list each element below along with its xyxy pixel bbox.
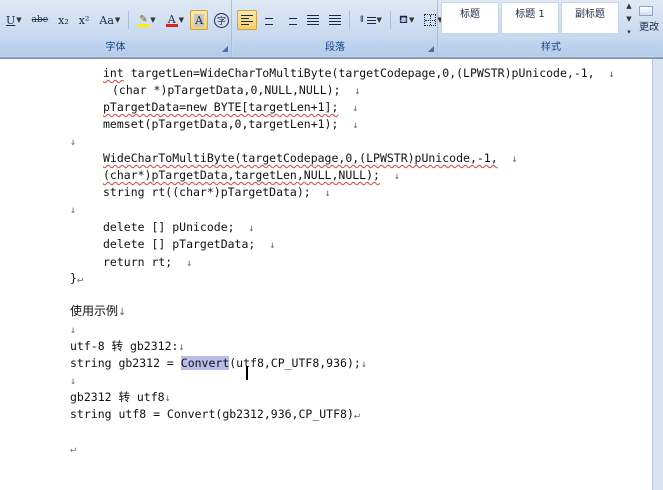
line-break-mark: ↓: [269, 240, 276, 251]
code-line: int targetLen=WideCharToMultiByte(target…: [103, 66, 615, 80]
paragraph-mark: ↵: [70, 444, 77, 455]
code-line: delete [] pUnicode; ↓: [103, 220, 255, 234]
line-break-mark: ↓: [186, 258, 193, 269]
selected-text[interactable]: Convert: [180, 356, 230, 370]
line-break-mark: ↓: [118, 307, 127, 318]
document-page[interactable]: int targetLen=WideCharToMultiByte(target…: [0, 59, 652, 490]
paragraph-group-label: 段落: [233, 40, 437, 56]
empty-line: ↓: [70, 372, 76, 390]
line-break-mark: ↓: [324, 188, 331, 199]
line-break-mark: ↓: [360, 359, 367, 370]
line-break-mark: ↓: [70, 376, 77, 387]
vertical-scrollbar[interactable]: [652, 59, 663, 490]
line-break-mark: ↓: [178, 342, 185, 353]
distributed-button[interactable]: [325, 10, 345, 30]
highlighter-icon: ✎: [137, 14, 150, 27]
align-left-icon: [241, 15, 253, 25]
code-line: WideCharToMultiByte(targetCodepage,0,(LP…: [103, 151, 518, 165]
font-group-label: 字体: [0, 40, 231, 56]
distributed-icon: [329, 15, 341, 25]
code-line: return rt; ↓: [103, 255, 193, 269]
line-break-mark: ↓: [70, 325, 77, 336]
subscript-button[interactable]: x₂: [54, 10, 73, 30]
borders-icon: [424, 14, 437, 26]
line-break-mark: ↓: [70, 137, 77, 148]
chevron-down-icon: ▼: [626, 15, 632, 23]
code-line: string gb2312 = Convert(utf8,CP_UTF8,936…: [70, 356, 367, 370]
section-heading: 使用示例↓: [70, 304, 127, 318]
character-shading-button[interactable]: A: [190, 10, 209, 30]
highlight-color-button[interactable]: ✎ ▼: [133, 10, 159, 30]
line-break-mark: ↓: [248, 223, 255, 234]
empty-line: ↓: [70, 321, 76, 339]
paragraph-mark: ↵: [353, 410, 360, 421]
line-spacing-icon: ⇕: [358, 14, 366, 25]
line-break-mark: ↓: [608, 69, 615, 80]
empty-line: ↓: [70, 133, 76, 151]
justify-icon: [307, 15, 319, 25]
line-break-mark: ↓: [393, 171, 400, 182]
align-center-icon: [263, 15, 275, 25]
style-subtitle[interactable]: 副标题: [561, 2, 619, 34]
code-line: (char*)pTargetData,targetLen,NULL,NULL);…: [103, 168, 400, 182]
styles-group-label: 样式: [439, 40, 663, 56]
font-dialog-launcher-icon[interactable]: ◢: [222, 44, 228, 53]
font-color-button[interactable]: A ▼: [162, 10, 188, 30]
change-case-button[interactable]: Aa ▼: [95, 10, 124, 30]
code-line: pTargetData=new BYTE[targetLen+1]; ↓: [103, 100, 359, 114]
shading-button[interactable]: ⛾ ▼: [395, 10, 418, 30]
styles-scroll-arrows[interactable]: ▲ ▼ ▾: [623, 2, 635, 36]
code-line: string rt((char*)pTargetData); ↓: [103, 185, 331, 199]
enclosed-character-icon: 字: [214, 12, 230, 28]
empty-line: ↓: [70, 201, 76, 219]
line-break-mark: ↓: [352, 120, 359, 131]
line-spacing-button[interactable]: ⇕ ▼: [354, 10, 386, 30]
code-line: delete [] pTargetData; ↓: [103, 237, 276, 251]
paragraph-dialog-launcher-icon[interactable]: ◢: [428, 44, 434, 53]
font-color-icon: A: [165, 13, 178, 27]
empty-line: ↵: [70, 440, 76, 458]
line-break-mark: ↓: [70, 205, 77, 216]
paragraph-group: ⇕ ▼ ⛾▼ ▼ 段落 ◢: [233, 0, 443, 57]
style-title[interactable]: 标题: [441, 2, 499, 34]
paint-bucket-icon: ⛾: [398, 12, 408, 26]
strikethrough-button[interactable]: abe: [28, 10, 52, 30]
code-line: }↵: [70, 271, 83, 285]
text-line: gb2312 转 utf8↓: [70, 390, 171, 404]
style-heading-1[interactable]: 标题 1: [501, 2, 559, 34]
line-break-mark: ↓: [511, 154, 518, 165]
align-right-button[interactable]: [281, 10, 301, 30]
line-break-mark: ↓: [352, 103, 359, 114]
separator: [389, 11, 391, 29]
chevron-up-icon: ▲: [626, 2, 632, 10]
align-center-button[interactable]: [259, 10, 279, 30]
code-line: memset(pTargetData,0,targetLen+1); ↓: [103, 117, 359, 131]
line-break-mark: ↓: [354, 86, 361, 97]
separator: [128, 11, 130, 29]
justify-button[interactable]: [303, 10, 323, 30]
change-styles-icon: [639, 6, 653, 16]
ribbon: U ▼ abe x₂ x² Aa ▼ ✎ ▼ A ▼ A 字 字体 ◢ ⇕ ▼ …: [0, 0, 663, 58]
change-styles-button[interactable]: 更改: [639, 6, 663, 33]
code-line: (char *)pTargetData,0,NULL,NULL); ↓: [112, 83, 361, 97]
line-break-mark: ↓: [164, 393, 171, 404]
underline-button[interactable]: U ▼: [2, 10, 26, 30]
styles-group: 标题 标题 1 副标题 ▲ ▼ ▾ 更改 样式: [439, 0, 663, 57]
i-beam-cursor-icon: [246, 366, 248, 380]
code-line: string utf8 = Convert(gb2312,936,CP_UTF8…: [70, 407, 360, 421]
paragraph-mark: ↵: [76, 274, 83, 285]
font-group: U ▼ abe x₂ x² Aa ▼ ✎ ▼ A ▼ A 字 字体 ◢: [0, 0, 233, 57]
align-left-button[interactable]: [237, 10, 257, 30]
align-right-icon: [285, 15, 297, 25]
superscript-button[interactable]: x²: [75, 10, 94, 30]
separator: [349, 11, 350, 29]
text-line: utf-8 转 gb2312:↓: [70, 339, 185, 353]
enclose-characters-button[interactable]: 字: [210, 10, 233, 30]
more-styles-icon: ▾: [627, 28, 631, 36]
